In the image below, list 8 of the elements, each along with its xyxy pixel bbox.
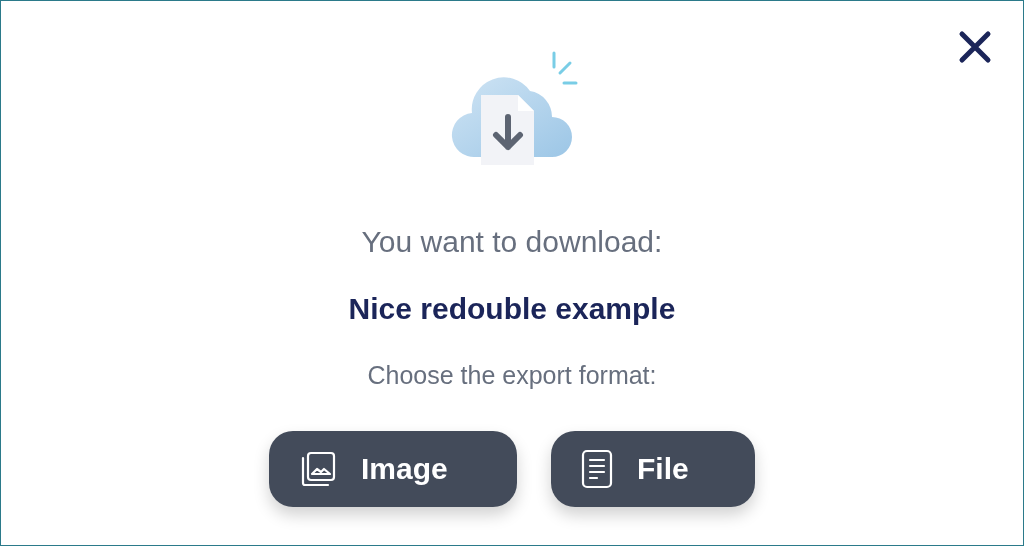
image-icon — [299, 449, 337, 488]
format-prompt: Choose the export format: — [367, 360, 657, 391]
document-icon — [581, 448, 613, 489]
close-icon — [958, 30, 992, 64]
export-button[interactable]: File — [551, 430, 755, 507]
dialog-heading: You want to download: — [361, 224, 663, 260]
item-name: Nice redouble example — [348, 291, 676, 327]
export-button[interactable]: Image — [269, 430, 517, 507]
